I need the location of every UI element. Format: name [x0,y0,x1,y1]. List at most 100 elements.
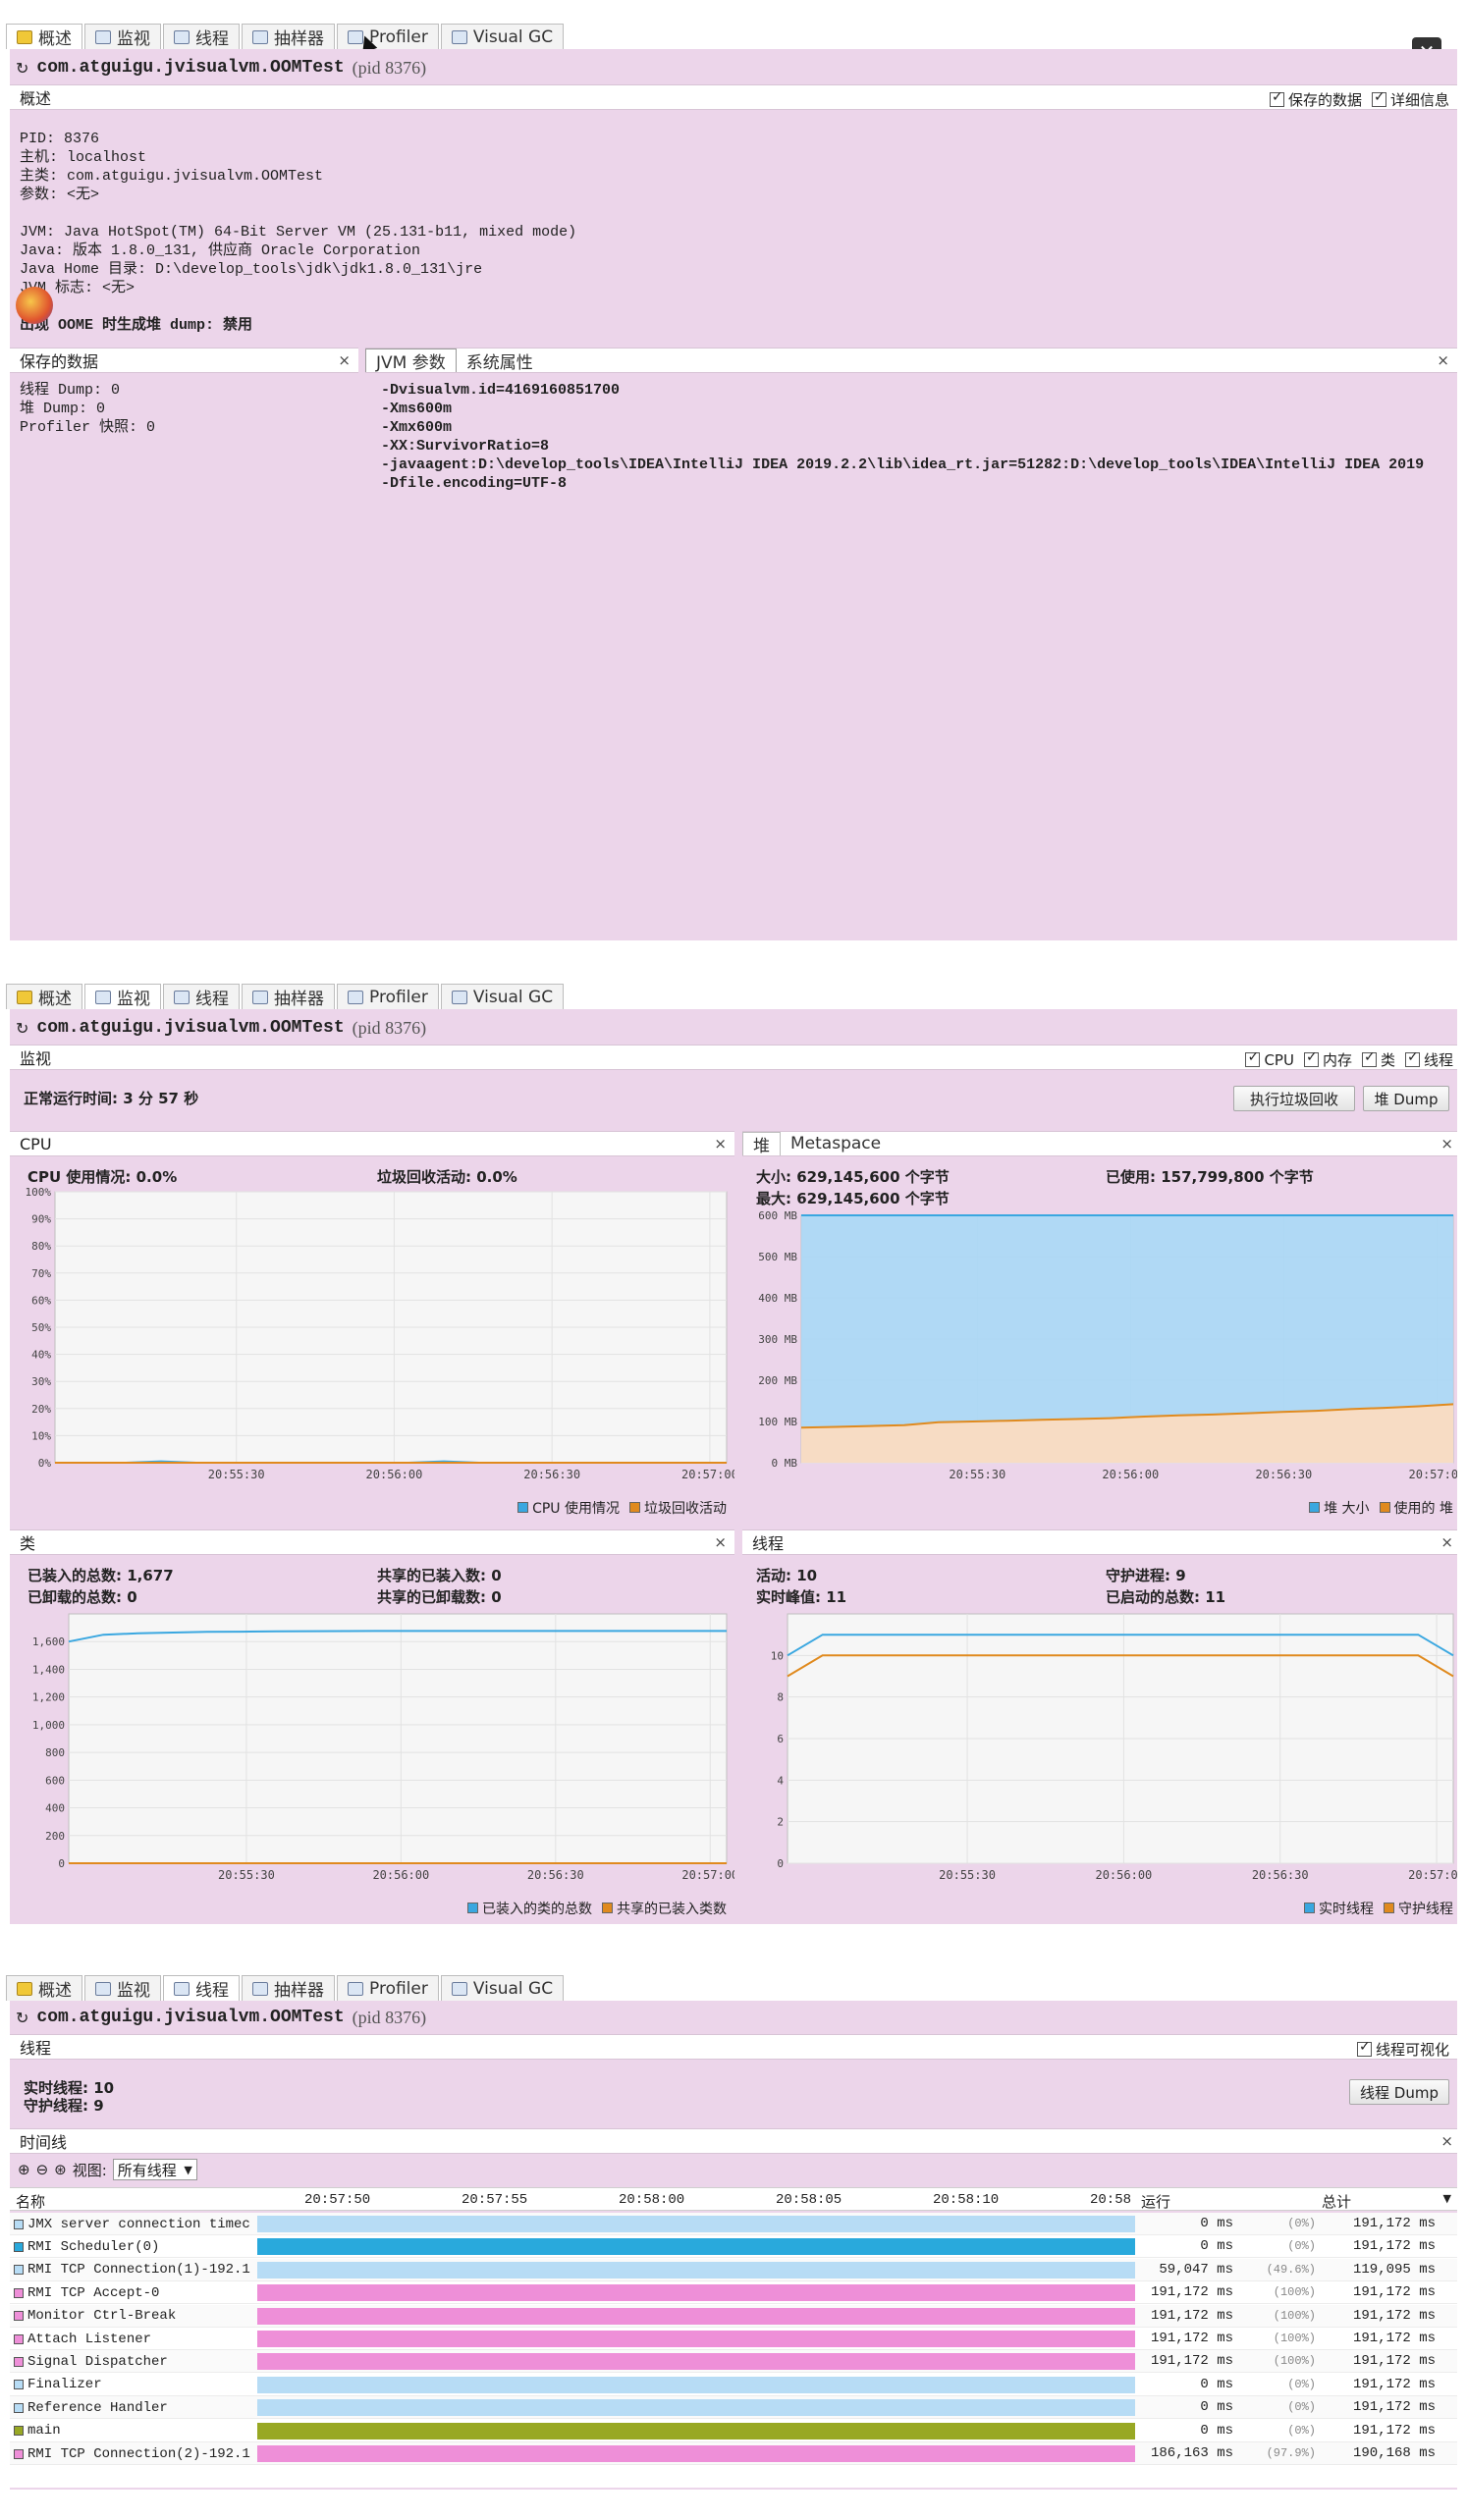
close-icon[interactable]: × [1440,1533,1453,1551]
info-line: 主机: localhost [20,149,147,166]
overview-window: 概述 监视 线程 抽样器 Profiler Visual GC ✕ ↻ com.… [0,20,1467,942]
y-tick-label: 500 MB [758,1251,797,1263]
thread-run-percent: (0%) [1287,2423,1316,2438]
process-pid: (pid 8376) [352,57,427,78]
heap-dump-button[interactable]: 堆 Dump [1363,1086,1449,1111]
time-tick: 20:57:50 [304,2192,371,2208]
info-line: Java Home 目录: D:\develop_tools\jdk\jdk1.… [20,261,483,278]
details-checkbox[interactable]: 详细信息 [1371,89,1449,110]
column-run[interactable]: 运行 [1141,2191,1170,2212]
close-icon[interactable]: × [1440,1135,1453,1153]
column-name[interactable]: 名称 [16,2191,45,2212]
close-icon[interactable]: × [714,1135,727,1153]
cpu-tab[interactable]: CPU × [10,1131,734,1156]
memory-checkbox[interactable]: 内存 [1303,1049,1352,1070]
x-tick-label: 20:56:30 [523,1468,580,1481]
tab-overview[interactable]: 概述 [6,984,82,1009]
column-total[interactable]: 总计 [1322,2191,1351,2212]
table-row[interactable]: Monitor Ctrl-Break 191,172 ms (100%) 191,17… [10,2304,1457,2328]
thread-total-time: 191,172 ms [1352,2238,1436,2255]
threads-checkbox[interactable]: 线程 [1404,1049,1453,1070]
jvm-args-panel: JVM 参数 系统属性 × -Dvisualvm.id=416916085170… [365,348,1457,940]
thread-state-bar [257,2261,1135,2279]
shared-loaded: 共享的已装入数: 0 [377,1567,502,1584]
y-tick-label: 1,600 [32,1635,65,1648]
tab-threads[interactable]: 线程 [163,24,240,49]
zoom-out-icon[interactable]: ⊖ [36,2161,49,2178]
thread-run-time: 191,172 ms [1150,2307,1233,2324]
table-row[interactable]: Reference Handler 0 ms (0%) 191,172 ms [10,2396,1457,2420]
tab-profiler[interactable]: Profiler [337,1975,439,2001]
x-tick-label: 20:55:30 [949,1468,1005,1481]
view-select[interactable]: 所有线程 ▼ [112,2159,197,2180]
legend-item: 已装入的类的总数 [467,1899,592,1918]
table-row[interactable]: Signal Dispatcher 191,172 ms (100%) 191,172… [10,2350,1457,2374]
threads-live: 活动: 10 [756,1567,818,1584]
y-tick-label: 1,000 [32,1719,65,1732]
thread-name: JMX server connection timec [10,2213,255,2235]
cpu-checkbox[interactable]: CPU [1245,1049,1294,1070]
close-icon[interactable]: × [714,1533,727,1551]
thread-name: Finalizer [10,2374,255,2396]
tab-threads[interactable]: 线程 [163,984,240,1009]
tab-threads[interactable]: 线程 [163,1975,240,2001]
table-row[interactable]: RMI TCP Connection(1)-192.1 59,047 ms (49.… [10,2258,1457,2281]
table-row[interactable]: RMI TCP Connection(2)-192.1 186,163 ms (97… [10,2442,1457,2465]
tab-monitor[interactable]: 监视 [84,24,161,49]
zoom-fit-icon[interactable]: ⊛ [54,2161,67,2178]
tab-profiler[interactable]: Profiler [337,984,439,1009]
table-row[interactable]: main 0 ms (0%) 191,172 ms [10,2419,1457,2442]
table-row[interactable]: RMI TCP Accept-0 191,172 ms (100%) 191,172 … [10,2281,1457,2305]
tab-visual-gc[interactable]: Visual GC [440,1975,565,2001]
threads-visualization-checkbox[interactable]: 线程可视化 [1356,2039,1449,2060]
info-line: PID: 8376 [20,131,100,147]
legend-item: 守护线程 [1384,1899,1453,1918]
table-row[interactable]: Attach Listener 191,172 ms (100%) 191,172 m… [10,2328,1457,2350]
classes-tab[interactable]: 类 × [10,1529,734,1555]
legend-item: 垃圾回收活动 [629,1498,727,1518]
tab-sampler[interactable]: 抽样器 [242,984,335,1009]
table-row[interactable]: RMI Scheduler(0) 0 ms (0%) 191,172 ms [10,2235,1457,2259]
x-tick-label: 20:56:00 [366,1468,423,1481]
y-tick-label: 30% [31,1375,51,1388]
x-tick-label: 20:55:30 [208,1468,265,1481]
tab-heap[interactable]: 堆 [742,1132,781,1156]
tab-metaspace[interactable]: Metaspace [781,1132,891,1155]
tab-profiler[interactable]: Profiler [337,24,439,49]
tab-sampler[interactable]: 抽样器 [242,1975,335,2001]
sampler-icon [252,1981,268,1996]
chevron-down-icon[interactable]: ▼ [1443,2192,1451,2205]
perform-gc-button[interactable]: 执行垃圾回收 [1233,1086,1355,1111]
threads-daemon: 守护进程: 9 [1106,1567,1186,1584]
legend-item: 使用的 堆 [1379,1498,1453,1518]
close-icon[interactable]: × [1437,351,1449,369]
tab-visual-gc[interactable]: Visual GC [440,984,565,1009]
threads-tab[interactable]: 线程 × [742,1529,1457,1555]
tab-overview[interactable]: 概述 [6,24,82,49]
tab-overview[interactable]: 概述 [6,1975,82,2001]
close-icon[interactable]: × [338,351,351,369]
tab-sampler[interactable]: 抽样器 [242,24,335,49]
thread-total-time: 191,172 ms [1352,2399,1436,2416]
thread-state-icon [14,2333,24,2344]
timeline-toolbar: ⊕ ⊖ ⊛ 视图: 所有线程 ▼ [18,2158,197,2181]
saved-data-checkbox[interactable]: 保存的数据 [1269,89,1362,110]
thread-dump-button[interactable]: 线程 Dump [1349,2079,1449,2105]
threads-subheader: 线程 线程可视化 [10,2034,1457,2060]
thread-run-time: 0 ms [1200,2238,1233,2255]
classes-checkbox[interactable]: 类 [1361,1049,1395,1070]
thread-state-bar [257,2376,1135,2393]
table-row[interactable]: JMX server connection timec 0 ms (0%) 191,1… [10,2213,1457,2235]
x-tick-label: 20:55:30 [218,1868,275,1882]
tab-visual-gc[interactable]: Visual GC [440,24,565,49]
zoom-in-icon[interactable]: ⊕ [18,2161,30,2178]
tab-monitor[interactable]: 监视 [84,984,161,1009]
saved-data-tab[interactable]: 保存的数据 × [10,348,358,373]
tab-monitor[interactable]: 监视 [84,1975,161,2001]
thread-name-text: Reference Handler [27,2399,168,2416]
tab-jvm-args[interactable]: JVM 参数 [365,349,457,373]
table-row[interactable]: Finalizer 0 ms (0%) 191,172 ms [10,2373,1457,2396]
close-icon[interactable]: × [1440,2132,1453,2150]
tab-system-properties[interactable]: 系统属性 [457,349,543,373]
y-tick-label: 8 [777,1691,784,1704]
